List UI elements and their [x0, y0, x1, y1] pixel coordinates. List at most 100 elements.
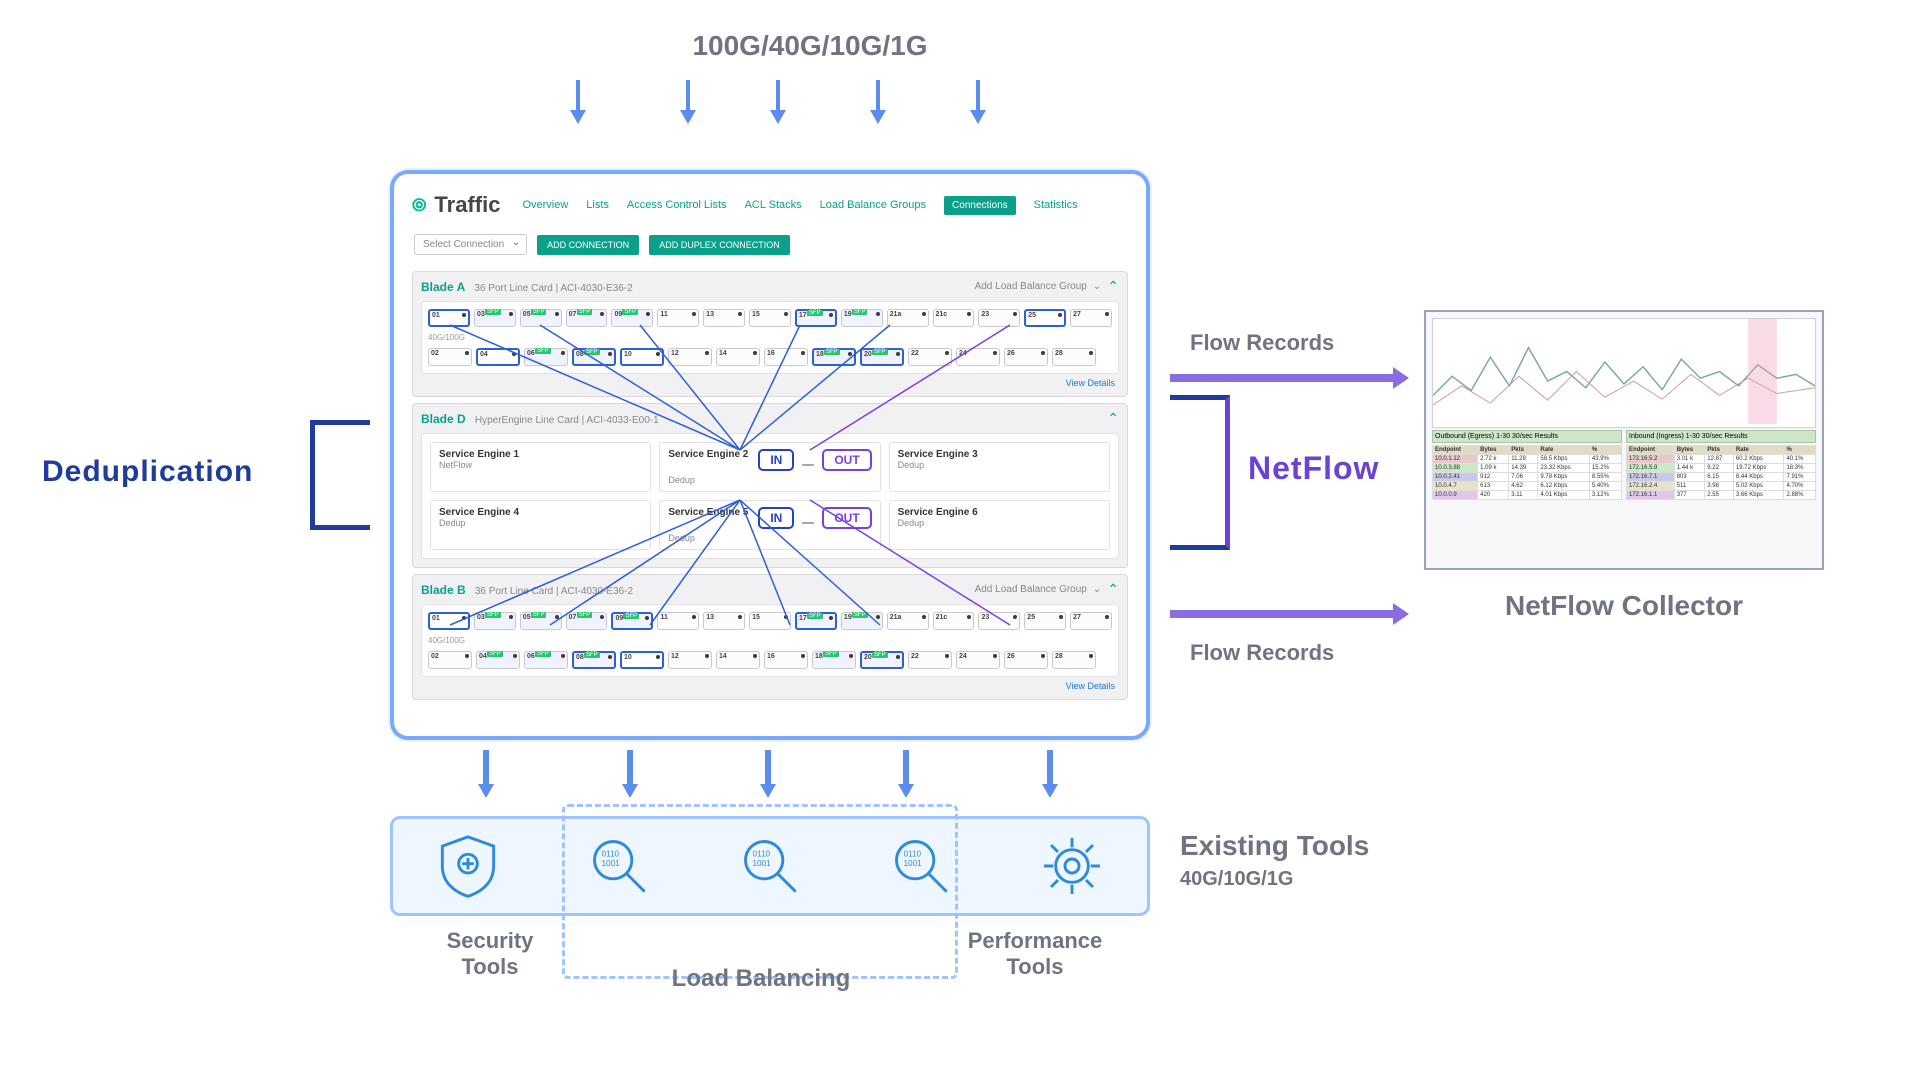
port-12[interactable]: 12: [668, 651, 712, 669]
port-18[interactable]: 18SFP: [812, 651, 856, 669]
port-21c[interactable]: 21c: [933, 309, 975, 327]
tab-acl[interactable]: Access Control Lists: [627, 199, 727, 211]
tab-lbg[interactable]: Load Balance Groups: [820, 199, 926, 211]
port-15[interactable]: 15: [749, 309, 791, 327]
port-21a[interactable]: 21a: [887, 612, 929, 630]
port-28[interactable]: 28: [1052, 348, 1096, 366]
netflow-label: NetFlow: [1248, 450, 1379, 487]
collector-table-left: EndpointBytesPktsRate% 10.0.1.122.72 k11…: [1432, 445, 1622, 500]
port-10[interactable]: 10: [620, 651, 664, 669]
port-27[interactable]: 27: [1070, 612, 1112, 630]
svg-text:1001: 1001: [602, 859, 621, 868]
left-bracket: [310, 420, 370, 530]
port-23[interactable]: 23: [978, 309, 1020, 327]
port-14[interactable]: 14: [716, 348, 760, 366]
tab-statistics[interactable]: Statistics: [1034, 199, 1078, 211]
egress-arrow: [478, 750, 494, 798]
service-engine-5[interactable]: Service Engine 5 INOUT Dedup: [659, 500, 880, 550]
select-connection[interactable]: Select Connection: [414, 234, 527, 255]
port-24[interactable]: 24: [956, 651, 1000, 669]
ingress-arrow: [570, 80, 586, 128]
port-11[interactable]: 11: [657, 309, 699, 327]
port-25[interactable]: 25: [1024, 309, 1066, 327]
service-engine-4[interactable]: Service Engine 4Dedup: [430, 500, 651, 550]
add-lbg-link[interactable]: Add Load Balance Group: [975, 584, 1087, 595]
port-17[interactable]: 17SFP: [795, 309, 837, 327]
port-25[interactable]: 25: [1024, 612, 1066, 630]
port-28[interactable]: 28: [1052, 651, 1096, 669]
collapse-icon[interactable]: ⌃: [1107, 410, 1119, 427]
port-08[interactable]: 08SFP: [572, 651, 616, 669]
svg-text:0110: 0110: [602, 850, 620, 859]
port-04[interactable]: 04SFP: [476, 651, 520, 669]
port-22[interactable]: 22: [908, 651, 952, 669]
port-17[interactable]: 17SFP: [795, 612, 837, 630]
collapse-icon[interactable]: ⌃: [1107, 581, 1119, 598]
port-21c[interactable]: 21c: [933, 612, 975, 630]
port-11[interactable]: 11: [657, 612, 699, 630]
port-row-bottom: 020406SFP08SFP1012141618SFP20SFP22242628: [426, 345, 1114, 369]
service-engine-1[interactable]: Service Engine 1NetFlow: [430, 442, 651, 492]
add-lbg-link[interactable]: Add Load Balance Group: [975, 281, 1087, 292]
port-10[interactable]: 10: [620, 348, 664, 366]
port-13[interactable]: 13: [703, 309, 745, 327]
load-balancing-label: Load Balancing: [616, 965, 906, 993]
port-02[interactable]: 02: [428, 651, 472, 669]
port-26[interactable]: 26: [1004, 348, 1048, 366]
tab-overview[interactable]: Overview: [522, 199, 568, 211]
port-01[interactable]: 01: [428, 612, 470, 630]
port-03[interactable]: 03SFP: [474, 309, 516, 327]
port-18[interactable]: 18SFP: [812, 348, 856, 366]
add-duplex-connection-button[interactable]: ADD DUPLEX CONNECTION: [649, 235, 790, 255]
port-08[interactable]: 08SFP: [572, 348, 616, 366]
port-09[interactable]: 09SFP: [611, 612, 653, 630]
port-12[interactable]: 12: [668, 348, 712, 366]
add-connection-button[interactable]: ADD CONNECTION: [537, 235, 639, 255]
port-27[interactable]: 27: [1070, 309, 1112, 327]
view-details-link[interactable]: View Details: [421, 677, 1119, 691]
port-07[interactable]: 07SFP: [566, 612, 608, 630]
egress-arrow: [622, 750, 638, 798]
service-engine-3[interactable]: Service Engine 3Dedup: [889, 442, 1110, 492]
port-02[interactable]: 02: [428, 348, 472, 366]
port-row-bottom: 0204SFP06SFP08SFP1012141618SFP20SFP22242…: [426, 648, 1114, 672]
view-details-link[interactable]: View Details: [421, 374, 1119, 388]
tab-lists[interactable]: Lists: [586, 199, 609, 211]
port-04[interactable]: 04: [476, 348, 520, 366]
tab-connections[interactable]: Connections: [944, 196, 1016, 215]
port-16[interactable]: 16: [764, 651, 808, 669]
port-16[interactable]: 16: [764, 348, 808, 366]
tab-acl-stacks[interactable]: ACL Stacks: [745, 199, 802, 211]
service-engine-2[interactable]: Service Engine 2 INOUT Dedup: [659, 442, 880, 492]
port-26[interactable]: 26: [1004, 651, 1048, 669]
port-13[interactable]: 13: [703, 612, 745, 630]
port-09[interactable]: 09SFP: [611, 309, 653, 327]
netflow-collector-label: NetFlow Collector: [1424, 590, 1824, 622]
port-03[interactable]: 03SFP: [474, 612, 516, 630]
port-22[interactable]: 22: [908, 348, 952, 366]
port-06[interactable]: 06SFP: [524, 651, 568, 669]
port-19[interactable]: 19SFP: [841, 612, 883, 630]
service-engine-6[interactable]: Service Engine 6Dedup: [889, 500, 1110, 550]
port-19[interactable]: 19SFP: [841, 309, 883, 327]
port-14[interactable]: 14: [716, 651, 760, 669]
deduplication-label: Deduplication: [42, 455, 253, 489]
port-05[interactable]: 05SFP: [520, 309, 562, 327]
port-20[interactable]: 20SFP: [860, 651, 904, 669]
blade-b: Blade B 36 Port Line Card | ACI-4030-E36…: [412, 574, 1128, 700]
port-15[interactable]: 15: [749, 612, 791, 630]
tools-bar: 01101001 01101001 01101001: [390, 816, 1150, 916]
port-06[interactable]: 06SFP: [524, 348, 568, 366]
blade-b-name: Blade B: [421, 583, 466, 597]
blade-b-ports: 0103SFP05SFP07SFP09SFP11131517SFP19SFP21…: [421, 604, 1119, 677]
collapse-icon[interactable]: ⌃: [1107, 278, 1119, 295]
ingress-arrow: [970, 80, 986, 128]
port-20[interactable]: 20SFP: [860, 348, 904, 366]
in-chip: IN: [758, 449, 794, 471]
port-01[interactable]: 01: [428, 309, 470, 327]
port-07[interactable]: 07SFP: [566, 309, 608, 327]
port-05[interactable]: 05SFP: [520, 612, 562, 630]
port-24[interactable]: 24: [956, 348, 1000, 366]
port-23[interactable]: 23: [978, 612, 1020, 630]
port-21a[interactable]: 21a: [887, 309, 929, 327]
